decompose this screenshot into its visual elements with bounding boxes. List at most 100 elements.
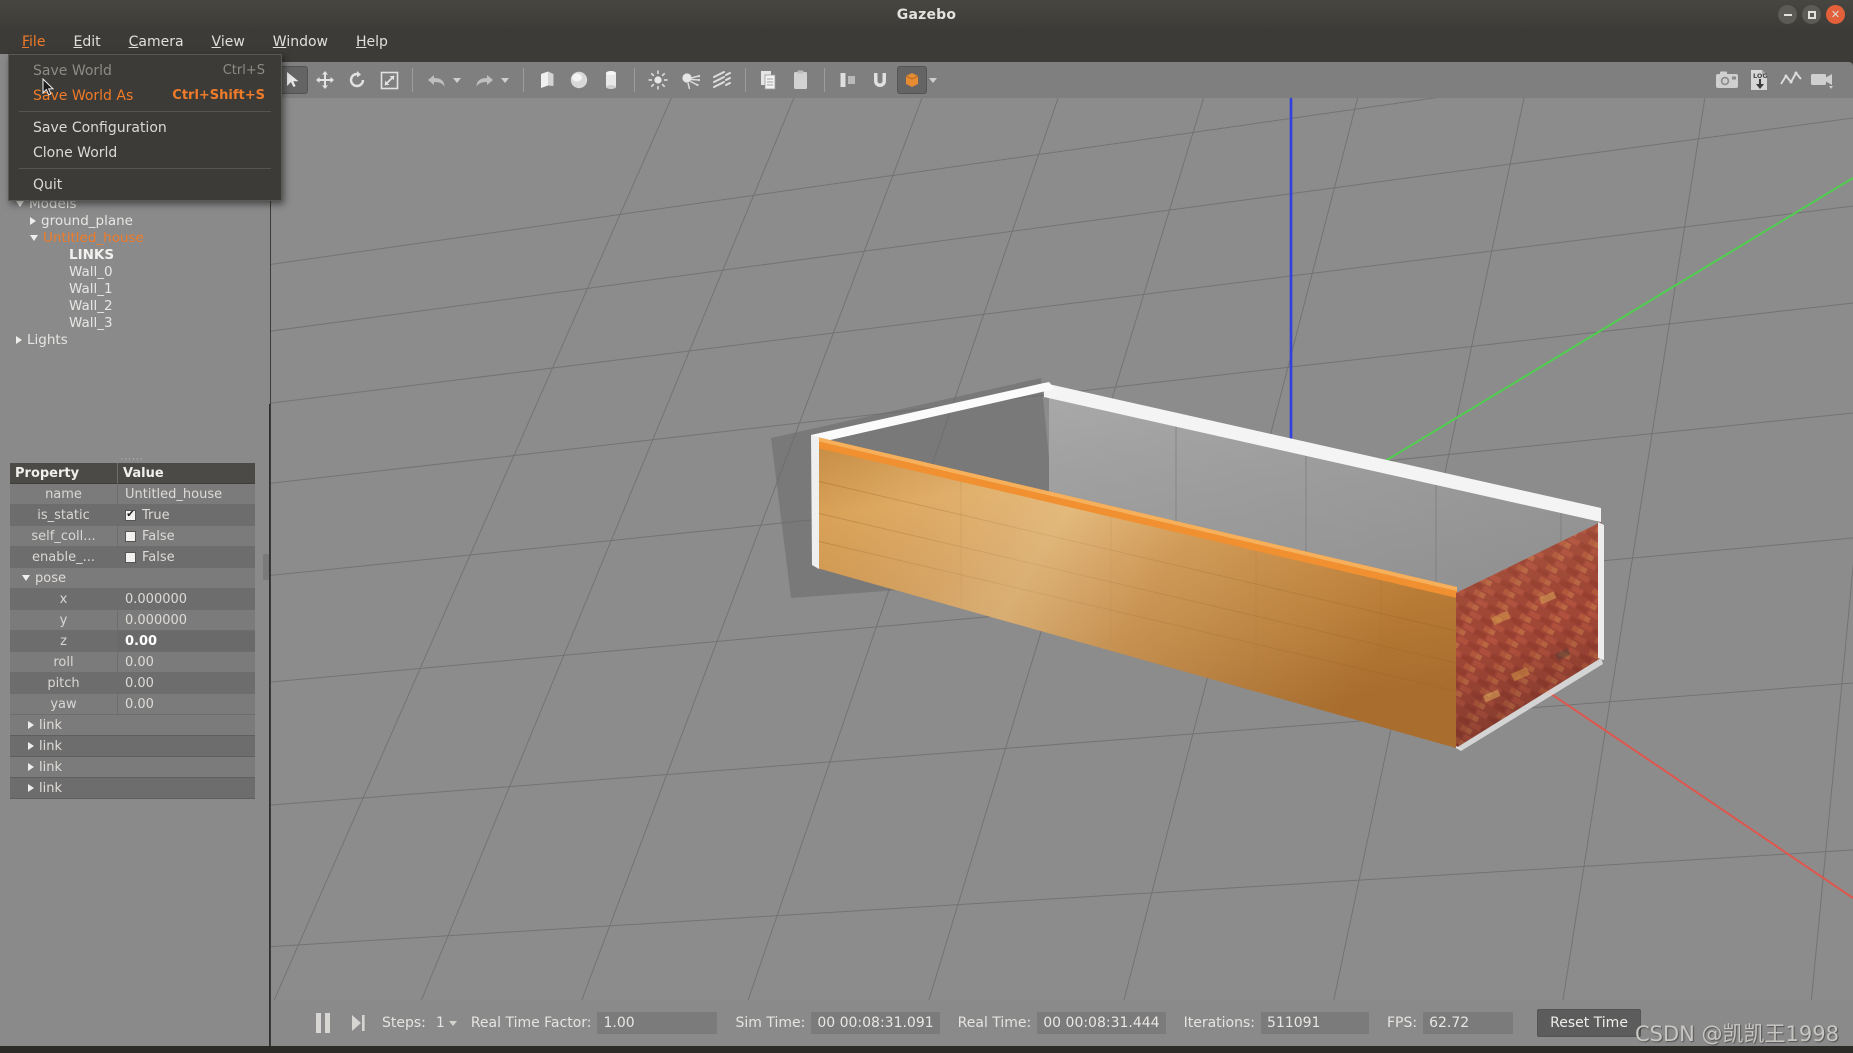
redo-button[interactable] — [469, 66, 499, 94]
property-value-field[interactable]: 0.00 — [118, 694, 255, 715]
menu-item-clone-world[interactable]: Clone World — [9, 140, 281, 165]
menu-item-quit[interactable]: Quit — [9, 172, 281, 197]
insert-spot-light-button[interactable] — [675, 66, 705, 94]
menu-camera[interactable]: Camera — [115, 31, 198, 53]
menu-edit[interactable]: Edit — [59, 31, 114, 53]
property-value-field[interactable]: 0.000000 — [118, 610, 255, 631]
menu-file[interactable]: File — [8, 31, 59, 53]
tree-item-links[interactable]: LINKS — [8, 246, 270, 263]
fps-label: FPS: — [1387, 1015, 1418, 1031]
property-value-field[interactable]: 0.000000 — [118, 589, 255, 610]
chevron-right-icon[interactable] — [28, 763, 34, 771]
pause-button[interactable] — [316, 1013, 330, 1033]
insert-sphere-button[interactable] — [564, 66, 594, 94]
change-view-angle-button[interactable] — [897, 66, 927, 94]
view-angle-dropdown-icon[interactable] — [929, 77, 937, 83]
chevron-down-icon[interactable] — [22, 575, 30, 581]
checkbox-unchecked-icon[interactable] — [125, 530, 136, 542]
align-button[interactable] — [833, 66, 863, 94]
screenshot-button[interactable] — [1712, 66, 1742, 94]
select-mode-button[interactable] — [278, 66, 308, 94]
property-link-row[interactable]: link — [10, 715, 255, 736]
video-record-button[interactable] — [1808, 66, 1838, 94]
chevron-down-icon — [448, 1020, 457, 1026]
property-row: pitch 0.00 — [10, 673, 255, 694]
panel-resize-handle[interactable] — [263, 554, 269, 580]
checkbox-checked-icon[interactable]: ✔ — [125, 509, 136, 521]
menu-window[interactable]: Window — [259, 31, 342, 53]
property-name-y: y — [10, 610, 118, 631]
insert-box-button[interactable] — [532, 66, 562, 94]
insert-directional-light-button[interactable] — [707, 66, 737, 94]
property-name-pitch: pitch — [10, 673, 118, 694]
redo-history-dropdown-icon[interactable] — [501, 77, 509, 83]
property-row: is_static ✔ True — [10, 505, 255, 526]
column-header-value: Value — [118, 463, 255, 484]
undo-history-dropdown-icon[interactable] — [453, 77, 461, 83]
chevron-down-icon[interactable] — [30, 234, 38, 241]
chevron-down-icon[interactable] — [16, 200, 24, 207]
tree-item-ground_plane[interactable]: ground_plane — [8, 212, 270, 229]
property-value-field[interactable]: Untitled_house — [118, 484, 255, 505]
tree-item-label: Wall_2 — [69, 297, 113, 314]
chevron-right-icon[interactable] — [30, 216, 36, 225]
reset-time-button[interactable]: Reset Time — [1537, 1009, 1641, 1037]
property-value-field[interactable]: False — [118, 547, 255, 568]
chevron-right-icon[interactable] — [16, 335, 22, 344]
tree-item-wall_0[interactable]: Wall_0 — [8, 263, 270, 280]
chevron-right-icon[interactable] — [28, 721, 34, 729]
property-value-field[interactable]: False — [118, 526, 255, 547]
insert-cylinder-button[interactable] — [596, 66, 626, 94]
minimize-button[interactable] — [1778, 5, 1797, 24]
real-time-label: Real Time: — [957, 1015, 1032, 1031]
property-value-field[interactable]: 0.00 — [118, 631, 255, 652]
steps-selector[interactable]: 1 — [432, 1015, 457, 1031]
menu-help[interactable]: Help — [342, 31, 402, 53]
rotate-mode-button[interactable] — [342, 66, 372, 94]
property-link-label: link — [39, 717, 62, 733]
insert-point-light-button[interactable] — [643, 66, 673, 94]
paste-button[interactable] — [786, 66, 816, 94]
snap-button[interactable] — [865, 66, 895, 94]
tree-item-lights[interactable]: Lights — [8, 331, 270, 348]
step-button[interactable] — [350, 1013, 366, 1033]
title-bar: Gazebo ✕ — [0, 0, 1853, 29]
checkbox-unchecked-icon[interactable] — [125, 551, 136, 563]
mouse-cursor — [42, 78, 55, 96]
maximize-button[interactable] — [1802, 5, 1821, 24]
translate-mode-button[interactable] — [310, 66, 340, 94]
property-value-field[interactable]: 0.00 — [118, 673, 255, 694]
iterations-value: 511091 — [1261, 1012, 1369, 1034]
plotting-button[interactable] — [1776, 66, 1806, 94]
property-link-label: link — [39, 738, 62, 754]
undo-button[interactable] — [421, 66, 451, 94]
toolbar-separator-2 — [523, 68, 524, 92]
menu-view[interactable]: View — [198, 31, 259, 53]
tree-item-wall_2[interactable]: Wall_2 — [8, 297, 270, 314]
property-link-row[interactable]: link — [10, 757, 255, 778]
property-name-self_coll: self_coll... — [10, 526, 118, 547]
property-name-enable_: enable_... — [10, 547, 118, 568]
tree-item-label: Lights — [27, 331, 68, 348]
render-viewport[interactable] — [271, 98, 1853, 1000]
close-button[interactable]: ✕ — [1826, 5, 1845, 24]
tree-item-wall_3[interactable]: Wall_3 — [8, 314, 270, 331]
chevron-right-icon[interactable] — [28, 742, 34, 750]
gazebo-window: Gazebo ✕ File Edit Camera View Window He… — [0, 0, 1853, 1053]
copy-button[interactable] — [754, 66, 784, 94]
property-value-text: False — [142, 549, 175, 565]
tree-item-untitled_house[interactable]: Untitled_house — [8, 229, 270, 246]
property-table: Property Value name Untitled_house is_stat… — [10, 463, 255, 799]
property-group-pose[interactable]: pose — [10, 568, 255, 589]
chevron-right-icon[interactable] — [28, 784, 34, 792]
property-link-row[interactable]: link — [10, 736, 255, 757]
iterations-label: Iterations: — [1183, 1015, 1255, 1031]
property-link-row[interactable]: link — [10, 778, 255, 799]
menu-item-save-configuration[interactable]: Save Configuration — [9, 115, 281, 140]
property-value-field[interactable]: ✔ True — [118, 505, 255, 526]
render-toolbar: LOG — [271, 62, 1853, 98]
log-record-button[interactable]: LOG — [1744, 66, 1774, 94]
scale-mode-button[interactable] — [374, 66, 404, 94]
tree-item-wall_1[interactable]: Wall_1 — [8, 280, 270, 297]
property-value-field[interactable]: 0.00 — [118, 652, 255, 673]
